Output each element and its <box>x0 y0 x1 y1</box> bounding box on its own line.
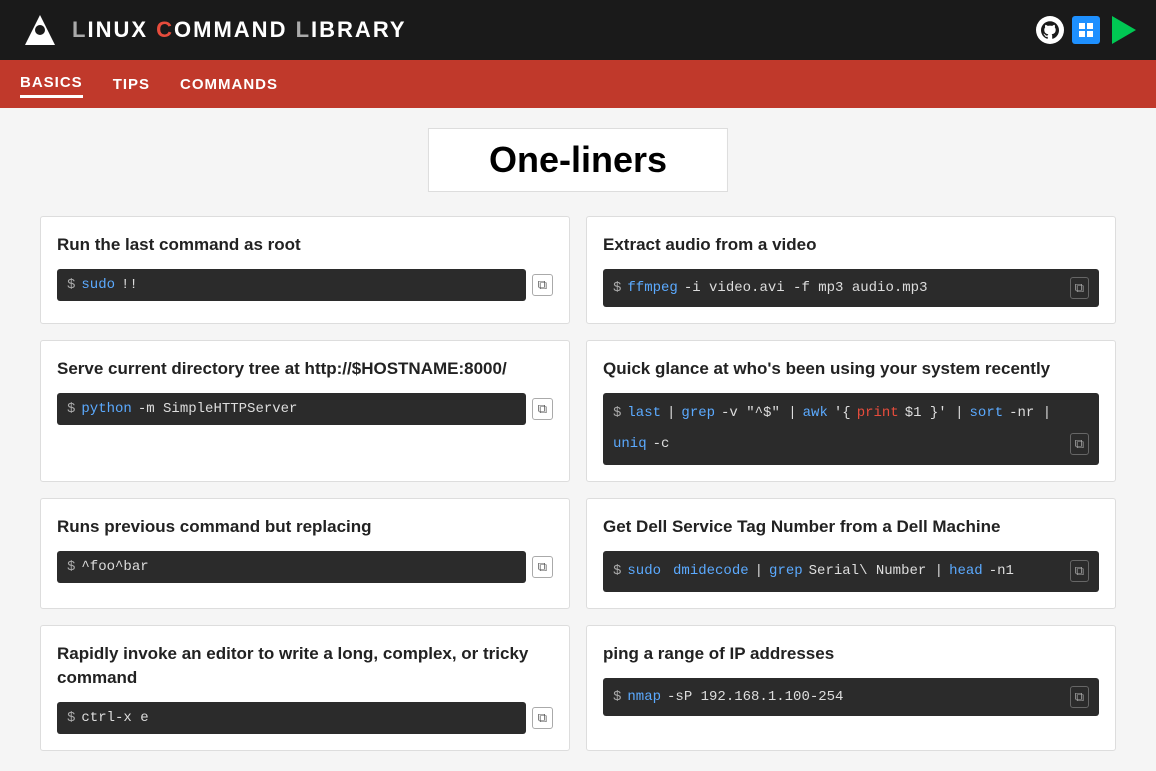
cmd-args4: -c <box>653 432 670 457</box>
card-extract-audio: Extract audio from a video $ ffmpeg -i v… <box>586 216 1116 324</box>
github-icon[interactable] <box>1036 16 1064 44</box>
cmd-python: python <box>81 401 131 417</box>
cmd-head: head <box>949 559 983 584</box>
copy-button[interactable]: ⧉ <box>1070 433 1089 455</box>
logo-icon <box>20 10 60 50</box>
cmd-grep: grep <box>681 401 715 426</box>
cmd-sudo: sudo <box>627 559 661 584</box>
nav-basics[interactable]: BASICS <box>20 70 83 98</box>
title-l2: L <box>296 17 311 42</box>
card-serve-directory: Serve current directory tree at http://$… <box>40 340 570 482</box>
card-quick-glance: Quick glance at who's been using your sy… <box>586 340 1116 482</box>
copy-button[interactable]: ⧉ <box>532 556 553 578</box>
header: LINUX COMMAND LIBRARY <box>0 0 1156 60</box>
copy-button[interactable]: ⧉ <box>532 274 553 296</box>
card-title: ping a range of IP addresses <box>603 642 1099 666</box>
cmd-nmap: nmap <box>627 689 661 705</box>
main-content: One-liners Run the last command as root … <box>0 108 1156 771</box>
copy-button[interactable]: ⧉ <box>1070 560 1089 582</box>
cmd-print: print <box>857 401 899 426</box>
blue-box-icon[interactable] <box>1072 16 1100 44</box>
title-w3: IBRARY <box>311 17 407 42</box>
cmd-last: last <box>627 401 661 426</box>
dollar-sign: $ <box>613 280 621 296</box>
card-title: Runs previous command but replacing <box>57 515 553 539</box>
cmd-pipe1: | <box>755 559 763 584</box>
dollar-sign: $ <box>613 559 621 584</box>
copy-button[interactable]: ⧉ <box>532 707 553 729</box>
title-c: C <box>156 17 174 42</box>
cmd-args2: -n1 <box>989 559 1014 584</box>
cmd-uniq: uniq <box>613 432 647 457</box>
title-w1: INUX <box>87 17 148 42</box>
nav: BASICS TIPS COMMANDS <box>0 60 1156 108</box>
command-block: $ ffmpeg -i video.avi -f mp3 audio.mp3 ⧉ <box>603 269 1099 307</box>
cmd-args1: Serial\ Number | <box>809 559 943 584</box>
dollar-sign: $ <box>613 689 621 705</box>
command-block: $ python -m SimpleHTTPServer <box>57 393 526 425</box>
command-block: $ sudo !! <box>57 269 526 301</box>
cmd-dmidecode: dmidecode <box>673 559 749 584</box>
play-icon[interactable] <box>1112 16 1136 44</box>
card-title: Get Dell Service Tag Number from a Dell … <box>603 515 1099 539</box>
command-block: $ ctrl-x e <box>57 702 526 734</box>
command-block: $ ^foo^bar <box>57 551 526 583</box>
command-block: $ last | grep -v "^$" | awk '{ print $1 … <box>603 393 1099 465</box>
title-w2: OMMAND <box>174 17 287 42</box>
page-title: One-liners <box>428 128 728 192</box>
cmd-args1: -v "^$" | <box>721 401 797 426</box>
nav-commands[interactable]: COMMANDS <box>180 72 278 97</box>
cmd-grep: grep <box>769 559 803 584</box>
nav-tips[interactable]: TIPS <box>113 72 150 97</box>
cmd-args: -m SimpleHTTPServer <box>138 401 298 417</box>
card-dell-service-tag: Get Dell Service Tag Number from a Dell … <box>586 498 1116 609</box>
cmd-pipe1: | <box>667 401 675 426</box>
cmd-args2: $1 }' | <box>905 401 964 426</box>
cmd-args: -i video.avi -f mp3 audio.mp3 <box>684 280 928 296</box>
dollar-sign: $ <box>67 277 75 293</box>
copy-button[interactable]: ⧉ <box>532 398 553 420</box>
cmd-args: -sP 192.168.1.100-254 <box>667 689 843 705</box>
cmd-awk: awk <box>803 401 828 426</box>
cmd-sudo: sudo <box>81 277 115 293</box>
cmd-args: ^foo^bar <box>81 559 148 575</box>
cmd-args: !! <box>121 277 138 293</box>
command-block: $ nmap -sP 192.168.1.100-254 ⧉ <box>603 678 1099 716</box>
card-run-last-command: Run the last command as root $ sudo !! ⧉ <box>40 216 570 324</box>
cmd-sort: sort <box>970 401 1004 426</box>
cmd-ffmpeg: ffmpeg <box>627 280 677 296</box>
dollar-sign: $ <box>67 401 75 417</box>
card-title: Quick glance at who's been using your sy… <box>603 357 1099 381</box>
header-right <box>1036 16 1136 44</box>
card-title: Serve current directory tree at http://$… <box>57 357 553 381</box>
card-runs-previous: Runs previous command but replacing $ ^f… <box>40 498 570 609</box>
header-left: LINUX COMMAND LIBRARY <box>20 10 407 50</box>
copy-button[interactable]: ⧉ <box>1070 277 1089 299</box>
card-ping-range: ping a range of IP addresses $ nmap -sP … <box>586 625 1116 751</box>
header-title: LINUX COMMAND LIBRARY <box>72 17 407 43</box>
cmd-awk-open: '{ <box>834 401 851 426</box>
card-title: Rapidly invoke an editor to write a long… <box>57 642 553 690</box>
cmd-args: ctrl-x e <box>81 710 148 726</box>
command-block: $ sudo dmidecode | grep Serial\ Number |… <box>603 551 1099 592</box>
dollar-sign: $ <box>67 710 75 726</box>
cards-grid: Run the last command as root $ sudo !! ⧉… <box>40 216 1116 751</box>
copy-button[interactable]: ⧉ <box>1070 686 1089 708</box>
cmd-args3: -nr | <box>1009 401 1051 426</box>
title-l1: L <box>72 17 87 42</box>
card-title: Run the last command as root <box>57 233 553 257</box>
card-title: Extract audio from a video <box>603 233 1099 257</box>
card-invoke-editor: Rapidly invoke an editor to write a long… <box>40 625 570 751</box>
dollar-sign: $ <box>67 559 75 575</box>
dollar-sign: $ <box>613 401 621 426</box>
